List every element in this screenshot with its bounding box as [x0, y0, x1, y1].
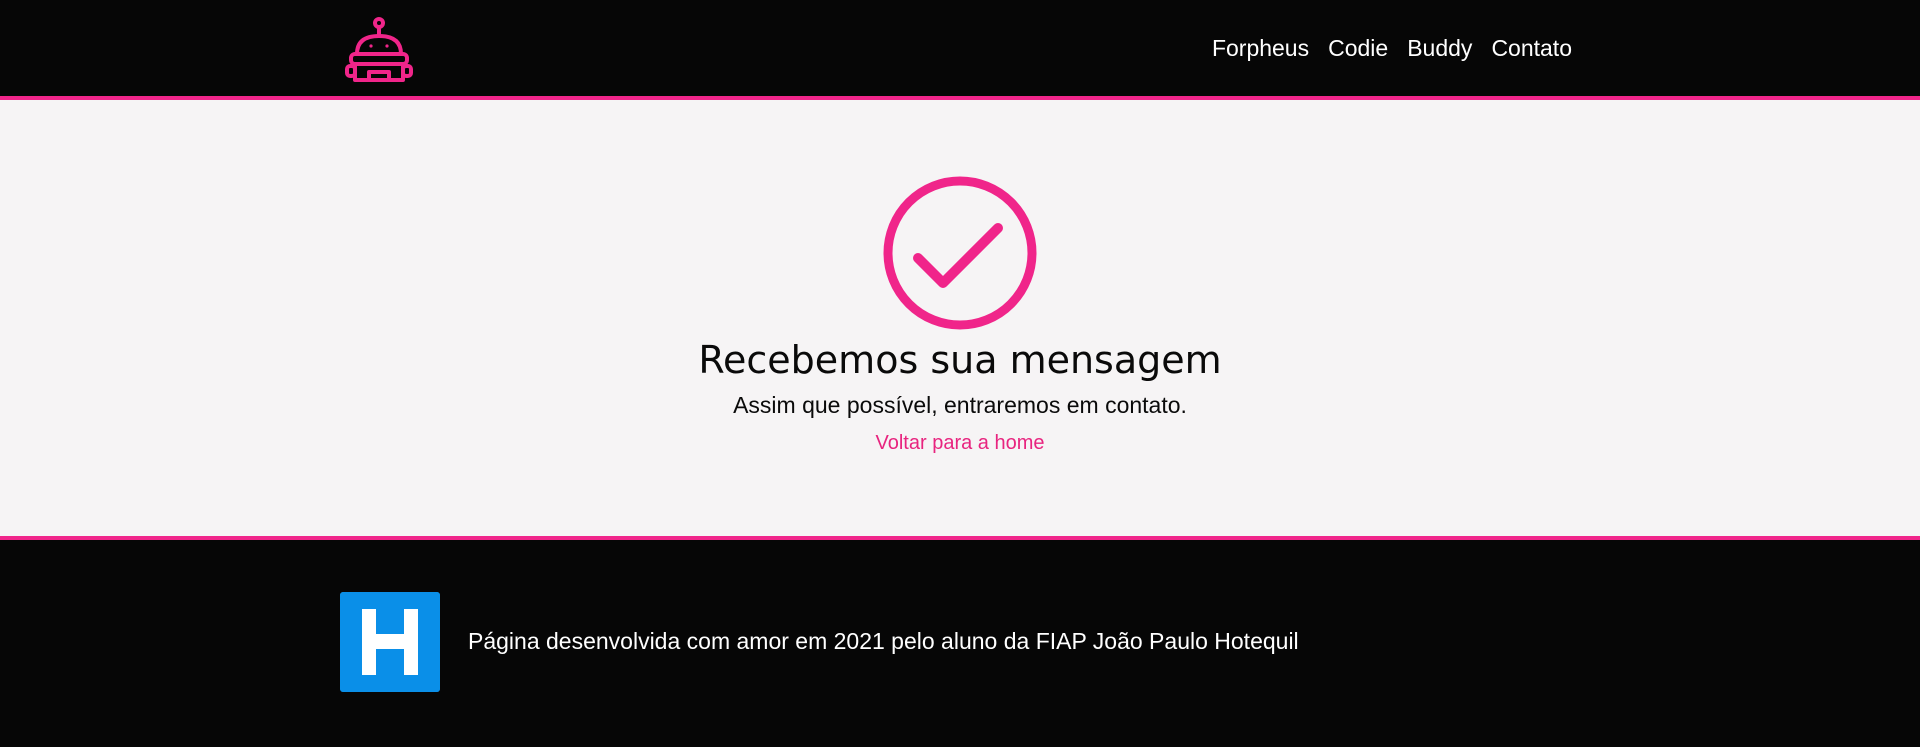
nav-contato[interactable]: Contato [1491, 35, 1572, 62]
site-footer: Página desenvolvida com amor em 2021 pel… [0, 540, 1920, 747]
nav-buddy[interactable]: Buddy [1407, 35, 1472, 62]
robot-icon[interactable] [343, 16, 415, 86]
site-header: Forpheus Codie Buddy Contato [0, 0, 1920, 100]
confirmation-section: Recebemos sua mensagem Assim que possíve… [0, 100, 1920, 540]
main-nav: Forpheus Codie Buddy Contato [1212, 0, 1572, 96]
footer-credits: Página desenvolvida com amor em 2021 pel… [468, 628, 1299, 654]
back-link-wrapper: Voltar para a home [0, 429, 1920, 457]
check-circle-icon [883, 176, 1037, 330]
nav-forpheus[interactable]: Forpheus [1212, 35, 1309, 62]
confirmation-subtitle: Assim que possível, entraremos em contat… [733, 392, 1187, 418]
h-logo-icon [340, 592, 440, 692]
nav-codie[interactable]: Codie [1328, 35, 1388, 62]
page-title: Recebemos sua mensagem [698, 338, 1222, 382]
back-to-home-link[interactable]: Voltar para a home [876, 432, 1045, 454]
